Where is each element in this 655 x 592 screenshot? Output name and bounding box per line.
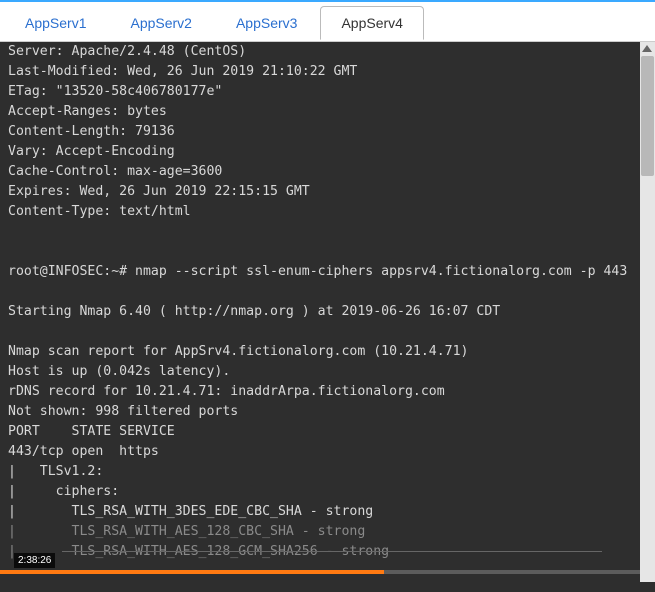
video-progress-bar[interactable] xyxy=(0,570,640,574)
terminal-output[interactable]: Server: Apache/2.4.48 (CentOS) Last-Modi… xyxy=(0,42,640,592)
tab-bar: AppServ1 AppServ2 AppServ3 AppServ4 xyxy=(0,0,655,42)
terminal-panel: Server: Apache/2.4.48 (CentOS) Last-Modi… xyxy=(0,42,655,592)
video-progress-fill xyxy=(0,570,384,574)
scroll-up-arrow-icon[interactable] xyxy=(642,45,652,52)
scrollbar-thumb[interactable] xyxy=(641,56,654,176)
scrollbar-track[interactable] xyxy=(640,42,655,582)
terminal-dim-line: | TLS_RSA_WITH_AES_128_GCM_SHA256 - stro… xyxy=(8,542,632,562)
overlay-divider xyxy=(62,551,602,552)
tab-appserv2[interactable]: AppServ2 xyxy=(109,6,212,40)
terminal-dim-line: | TLS_RSA_WITH_AES_128_CBC_SHA - strong xyxy=(8,522,632,542)
video-timestamp: 2:38:26 xyxy=(14,553,55,568)
tab-appserv3[interactable]: AppServ3 xyxy=(215,6,318,40)
tab-appserv4[interactable]: AppServ4 xyxy=(320,6,423,40)
tab-appserv1[interactable]: AppServ1 xyxy=(4,6,107,40)
